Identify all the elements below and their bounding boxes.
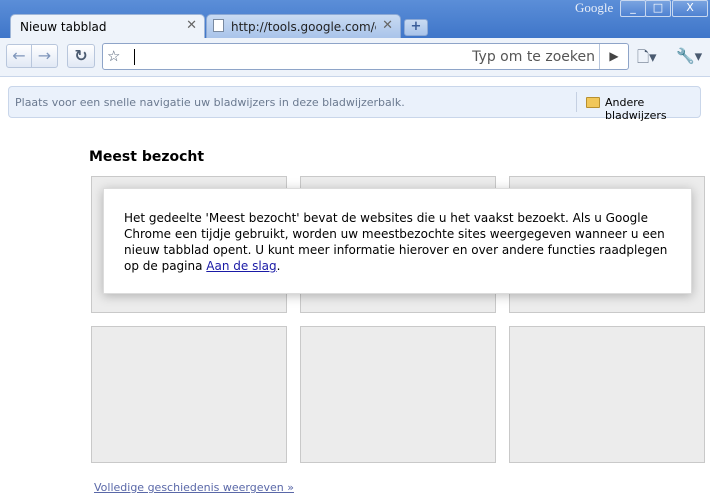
bookmarks-bar: Plaats voor een snelle navigatie uw blad… xyxy=(8,86,701,122)
tab-title: Nieuw tabblad xyxy=(20,20,107,34)
tab-title: http://tools.google.com/ch... xyxy=(231,20,376,34)
new-tab-button[interactable]: + xyxy=(404,19,428,36)
bookmarks-separator xyxy=(576,92,577,112)
most-visited-info-box: Het gedeelte 'Meest bezocht' bevat de we… xyxy=(103,188,692,294)
tab-new-tab[interactable]: Nieuw tabblad ✕ xyxy=(10,14,205,38)
tab-tools-google[interactable]: http://tools.google.com/ch... ✕ xyxy=(206,14,401,38)
minimize-button[interactable]: _ xyxy=(620,0,646,17)
google-brand: Google xyxy=(575,0,614,15)
back-button[interactable]: ← xyxy=(6,44,32,68)
reload-button[interactable]: ↻ xyxy=(67,44,95,68)
info-end: . xyxy=(276,259,281,273)
bookmarks-hint: Plaats voor een snelle navigatie uw blad… xyxy=(15,96,405,109)
other-bookmarks-button[interactable]: Andere bladwijzers xyxy=(605,96,700,122)
go-button[interactable]: ▶ xyxy=(599,44,628,69)
full-history-link[interactable]: Volledige geschiedenis weergeven » xyxy=(94,481,294,494)
thumbnail-slot[interactable] xyxy=(91,326,287,463)
bookmark-star-icon[interactable]: ☆ xyxy=(107,47,120,65)
page-icon xyxy=(213,19,224,32)
close-window-button[interactable]: X xyxy=(672,0,708,17)
forward-button[interactable]: → xyxy=(31,44,58,68)
close-tab-icon[interactable]: ✕ xyxy=(186,18,197,33)
thumbnail-slot[interactable] xyxy=(509,326,705,463)
page-menu-icon[interactable]: 🗋▾ xyxy=(637,47,657,72)
omnibox-hint: Typ om te zoeken xyxy=(472,49,595,65)
maximize-button[interactable]: □ xyxy=(645,0,671,17)
folder-icon[interactable] xyxy=(586,97,600,108)
getting-started-link[interactable]: Aan de slag xyxy=(206,259,276,273)
most-visited-heading: Meest bezocht xyxy=(89,149,205,165)
close-tab-icon[interactable]: ✕ xyxy=(382,18,393,33)
text-caret xyxy=(134,49,135,65)
wrench-menu-icon[interactable]: 🔧▾ xyxy=(676,47,702,65)
thumbnail-slot[interactable] xyxy=(300,326,496,463)
omnibox[interactable]: ☆ Typ om te zoeken ▶ xyxy=(102,43,629,70)
